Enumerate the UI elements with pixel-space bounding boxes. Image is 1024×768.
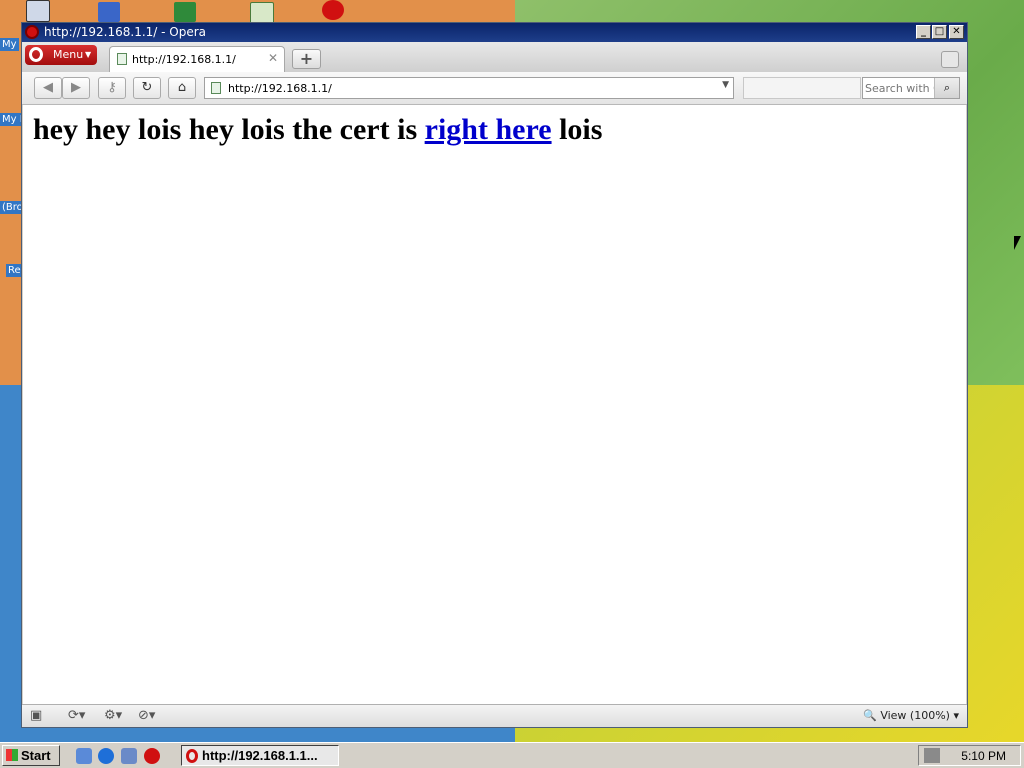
chevron-down-icon[interactable]: ▼ xyxy=(722,80,729,90)
tab-title: http://192.168.1.1/ xyxy=(132,53,236,66)
reload-button[interactable]: ↻ xyxy=(133,77,161,99)
zoom-control[interactable]: 🔍 View (100%) ▾ xyxy=(863,708,959,724)
opera-logo-icon xyxy=(29,47,43,62)
sync-icon[interactable]: ⟳▾ xyxy=(68,708,85,724)
mouse-cursor xyxy=(1014,236,1021,250)
network-icon[interactable] xyxy=(121,748,137,764)
heading-text-after: lois xyxy=(551,113,603,146)
desktop-label[interactable]: My xyxy=(0,38,19,51)
home-icon: ⌂ xyxy=(177,80,187,95)
start-label: Start xyxy=(21,748,51,763)
url-input[interactable] xyxy=(228,80,698,96)
minimize-button[interactable]: _ xyxy=(916,25,931,39)
turbo-icon[interactable]: ⊘▾ xyxy=(138,708,155,724)
internet-explorer-icon[interactable] xyxy=(98,748,114,764)
taskbar-window-label: http://192.168.1.1... xyxy=(202,748,318,763)
desktop-excel-icon[interactable] xyxy=(174,2,196,22)
wand-button[interactable]: ⚷ xyxy=(98,77,126,99)
back-button[interactable]: ◀ xyxy=(34,77,62,99)
reload-icon: ↻ xyxy=(141,80,153,95)
desktop-network-icon[interactable] xyxy=(98,2,120,22)
tab-active[interactable]: http://192.168.1.1/ ✕ xyxy=(109,46,285,72)
opera-logo-icon xyxy=(186,749,198,763)
arrow-right-icon: ▶ xyxy=(71,80,81,95)
unite-icon[interactable]: ⚙▾ xyxy=(104,708,122,724)
zoom-icon: 🔍 xyxy=(863,709,877,722)
panel-toggle-icon[interactable]: ▣ xyxy=(30,708,42,724)
trash-icon[interactable] xyxy=(941,51,959,68)
desktop-computer-icon[interactable] xyxy=(26,0,50,22)
home-button[interactable]: ⌂ xyxy=(168,77,196,99)
page-content: hey hey lois hey lois the cert is right … xyxy=(23,105,966,705)
tab-strip: Menu ▼ http://192.168.1.1/ ✕ + xyxy=(22,42,967,72)
zoom-label: View (100%) xyxy=(880,709,950,722)
search-box[interactable]: ⌕ xyxy=(862,77,960,99)
page-icon xyxy=(211,82,221,94)
arrow-left-icon: ◀ xyxy=(43,80,53,95)
search-icon[interactable]: ⌕ xyxy=(934,78,959,98)
search-input[interactable] xyxy=(865,80,937,96)
status-bar: ▣ ⟳▾ ⚙▾ ⊘▾ 🔍 View (100%) ▾ xyxy=(22,704,967,727)
clock[interactable]: 5:10 PM xyxy=(961,748,1006,764)
opera-menu-button[interactable]: Menu ▼ xyxy=(25,45,97,65)
speed-dial-area xyxy=(743,77,861,99)
opera-logo-icon xyxy=(25,25,39,39)
opera-quicklaunch-icon[interactable] xyxy=(144,748,160,764)
page-icon xyxy=(117,53,127,65)
heading-text-before: hey hey lois hey lois the cert is xyxy=(33,113,425,146)
show-desktop-icon[interactable] xyxy=(76,748,92,764)
cert-link[interactable]: right here xyxy=(425,113,552,146)
menu-label: Menu xyxy=(53,48,84,61)
windows-logo-icon xyxy=(6,749,18,761)
system-tray: 5:10 PM xyxy=(918,745,1021,766)
tray-network-icon[interactable] xyxy=(924,748,940,763)
forward-button[interactable]: ▶ xyxy=(62,77,90,99)
taskbar-window-button[interactable]: http://192.168.1.1... xyxy=(181,745,339,766)
new-tab-button[interactable]: + xyxy=(292,49,321,69)
navigation-toolbar: ◀ ▶ ⚷ ↻ ⌂ ▼ ⌕ xyxy=(22,72,967,105)
window-title: http://192.168.1.1/ - Opera xyxy=(44,25,207,39)
desktop-opera-icon[interactable] xyxy=(322,0,344,20)
taskbar: Start http://192.168.1.1... 5:10 PM xyxy=(0,742,1024,768)
maximize-button[interactable]: □ xyxy=(932,25,947,39)
address-bar[interactable]: ▼ xyxy=(204,77,734,99)
desktop-clock-icon[interactable] xyxy=(250,2,274,24)
start-button[interactable]: Start xyxy=(2,745,60,766)
opera-window: http://192.168.1.1/ - Opera _ □ ✕ Menu ▼… xyxy=(21,22,968,728)
close-button[interactable]: ✕ xyxy=(949,25,964,39)
title-bar[interactable]: http://192.168.1.1/ - Opera _ □ ✕ xyxy=(22,23,967,42)
key-icon: ⚷ xyxy=(107,80,117,95)
page-heading: hey hey lois hey lois the cert is right … xyxy=(33,113,602,147)
chevron-down-icon: ▼ xyxy=(85,50,92,59)
close-tab-icon[interactable]: ✕ xyxy=(268,51,278,65)
